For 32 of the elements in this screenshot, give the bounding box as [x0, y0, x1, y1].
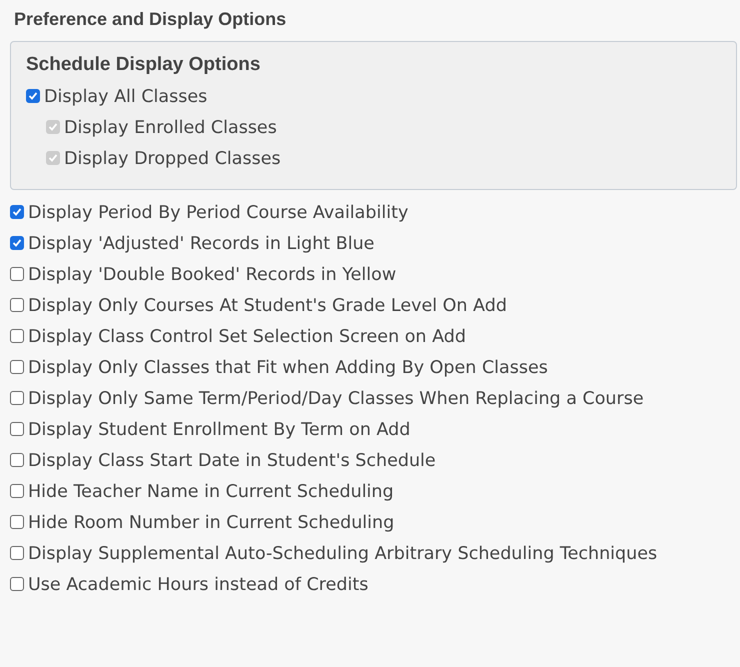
option-label: Display Enrolled Classes — [64, 118, 277, 138]
option-label: Hide Room Number in Current Scheduling — [28, 513, 394, 533]
option-label: Use Academic Hours instead of Credits — [28, 575, 368, 595]
option-label: Display 'Adjusted' Records in Light Blue — [28, 234, 374, 254]
checkbox[interactable] — [10, 453, 24, 467]
option-label: Display Only Courses At Student's Grade Level On Add — [28, 296, 507, 316]
checkbox[interactable] — [10, 267, 24, 281]
option-label: Display 'Double Booked' Records in Yellow — [28, 265, 396, 285]
option-label: Display Student Enrollment By Term on Add — [28, 420, 410, 440]
option-label: Display All Classes — [44, 87, 208, 107]
option-label: Hide Teacher Name in Current Scheduling — [28, 482, 394, 502]
option-label: Display Class Start Date in Student's Schedule — [28, 451, 436, 471]
checkbox[interactable] — [10, 577, 24, 591]
option-label: Display Class Control Set Selection Screen on Add — [28, 327, 466, 347]
checkbox[interactable] — [10, 484, 24, 498]
option-label: Display Dropped Classes — [64, 149, 281, 169]
checkbox[interactable] — [10, 205, 24, 219]
checkbox[interactable] — [10, 546, 24, 560]
checkbox[interactable] — [10, 329, 24, 343]
checkbox[interactable] — [10, 298, 24, 312]
checkbox[interactable] — [26, 89, 40, 103]
option-label: Display Supplemental Auto-Scheduling Arbitrary Scheduling Techniques — [28, 544, 658, 564]
panel-title: Schedule Display Options — [26, 54, 260, 76]
checkbox[interactable] — [10, 236, 24, 250]
checkbox[interactable] — [10, 391, 24, 405]
checkbox[interactable] — [10, 422, 24, 436]
section-title: Preference and Display Options — [14, 9, 286, 30]
option-label: Display Only Classes that Fit when Adding By Open Classes — [28, 358, 548, 378]
checkbox[interactable] — [10, 515, 24, 529]
option-label: Display Period By Period Course Availability — [28, 203, 408, 223]
option-label: Display Only Same Term/Period/Day Classes When Replacing a Course — [28, 389, 644, 409]
checkbox[interactable] — [10, 360, 24, 374]
